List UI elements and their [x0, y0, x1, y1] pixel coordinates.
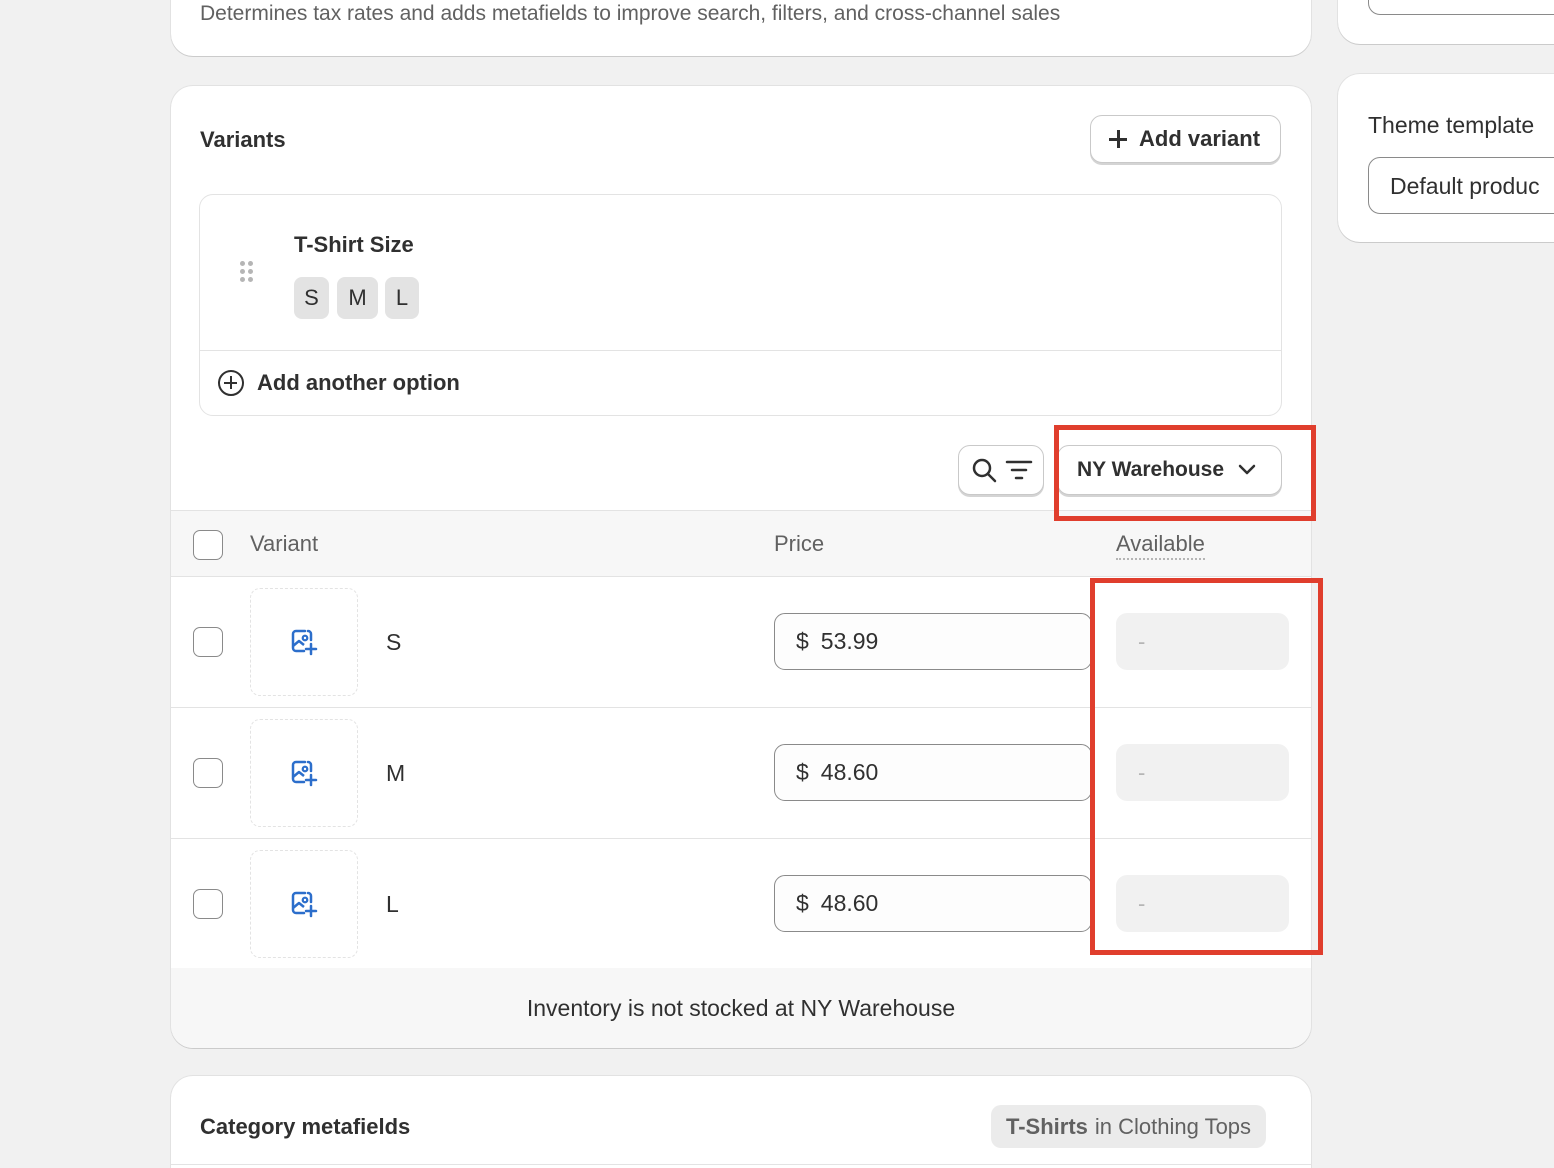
theme-template-select[interactable]: Default produc: [1368, 157, 1554, 214]
location-select-label: NY Warehouse: [1077, 458, 1225, 481]
available-field: -: [1116, 875, 1289, 932]
category-badge-strong: T-Shirts: [1006, 1113, 1088, 1139]
option-value-chip: M: [337, 277, 378, 319]
inventory-footer-note: Inventory is not stocked at NY Warehouse: [171, 968, 1311, 1048]
variants-title: Variants: [200, 127, 286, 152]
divider: [200, 350, 1281, 351]
variant-name[interactable]: M: [386, 760, 405, 787]
add-variant-button[interactable]: Add variant: [1090, 115, 1281, 163]
drag-handle-icon[interactable]: [240, 261, 254, 283]
search-filter-button[interactable]: [958, 445, 1044, 495]
add-another-option-label: Add another option: [257, 370, 460, 395]
right-column-card-top: [1338, 0, 1554, 44]
variant-options-box: T-Shirt Size S M L Add another option: [199, 194, 1282, 416]
price-value: 48.60: [820, 759, 879, 785]
category-description: Determines tax rates and adds metafields…: [200, 2, 1061, 25]
currency-symbol: $: [796, 759, 809, 785]
search-icon: [972, 458, 997, 483]
available-field: -: [1116, 613, 1289, 670]
image-add-icon: [291, 629, 318, 656]
column-header-price: Price: [774, 531, 825, 556]
option-name[interactable]: T-Shirt Size: [294, 232, 414, 258]
circle-plus-icon: [218, 370, 244, 396]
select-all-checkbox[interactable]: [193, 530, 223, 560]
price-input[interactable]: $ 48.60: [774, 744, 1092, 801]
variant-image-slot[interactable]: [250, 850, 358, 958]
category-metafields-title: Category metafields: [200, 1114, 411, 1139]
column-header-available[interactable]: Available: [1116, 531, 1205, 560]
category-metafields-card: Category metafields T-Shirts in Clothing…: [171, 1076, 1311, 1168]
available-field: -: [1116, 744, 1289, 801]
table-row[interactable]: L $ 48.60 -: [171, 839, 1311, 970]
row-checkbox[interactable]: [193, 758, 223, 788]
category-badge-rest: in Clothing Tops: [1094, 1113, 1252, 1139]
currency-symbol: $: [796, 628, 809, 654]
location-select[interactable]: NY Warehouse: [1057, 445, 1282, 495]
add-variant-label: Add variant: [1139, 126, 1261, 151]
currency-symbol: $: [796, 890, 809, 916]
theme-template-label: Theme template: [1368, 112, 1535, 138]
table-row[interactable]: S $ 53.99 -: [171, 577, 1311, 708]
column-header-variant: Variant: [250, 531, 319, 556]
variant-image-slot[interactable]: [250, 719, 358, 827]
price-value: 53.99: [820, 628, 879, 654]
theme-template-card: Theme template Default produc: [1338, 74, 1554, 242]
filter-icon: [1005, 460, 1033, 480]
option-value-chip: S: [294, 277, 329, 319]
price-input[interactable]: $ 53.99: [774, 613, 1092, 670]
right-top-field[interactable]: [1368, 0, 1554, 15]
variant-name[interactable]: S: [386, 629, 401, 656]
plus-icon: [1109, 130, 1127, 148]
image-add-icon: [291, 760, 318, 787]
chevron-down-icon: [1238, 464, 1256, 475]
table-row[interactable]: M $ 48.60 -: [171, 708, 1311, 839]
variant-name[interactable]: L: [386, 891, 399, 918]
add-another-option-button[interactable]: Add another option: [218, 370, 460, 396]
option-value-chip: L: [385, 277, 419, 319]
row-checkbox[interactable]: [193, 627, 223, 657]
image-add-icon: [291, 891, 318, 918]
price-input[interactable]: $ 48.60: [774, 875, 1092, 932]
category-badge: T-Shirts in Clothing Tops: [991, 1105, 1267, 1148]
price-value: 48.60: [820, 890, 879, 916]
variants-table-header: Variant Price Available: [171, 510, 1311, 577]
row-checkbox[interactable]: [193, 889, 223, 919]
divider: [171, 1164, 1311, 1165]
variants-card: Variants Add variant T-Shirt Size S M L …: [171, 86, 1311, 1048]
variant-image-slot[interactable]: [250, 588, 358, 696]
category-card-top: Determines tax rates and adds metafields…: [171, 0, 1311, 56]
